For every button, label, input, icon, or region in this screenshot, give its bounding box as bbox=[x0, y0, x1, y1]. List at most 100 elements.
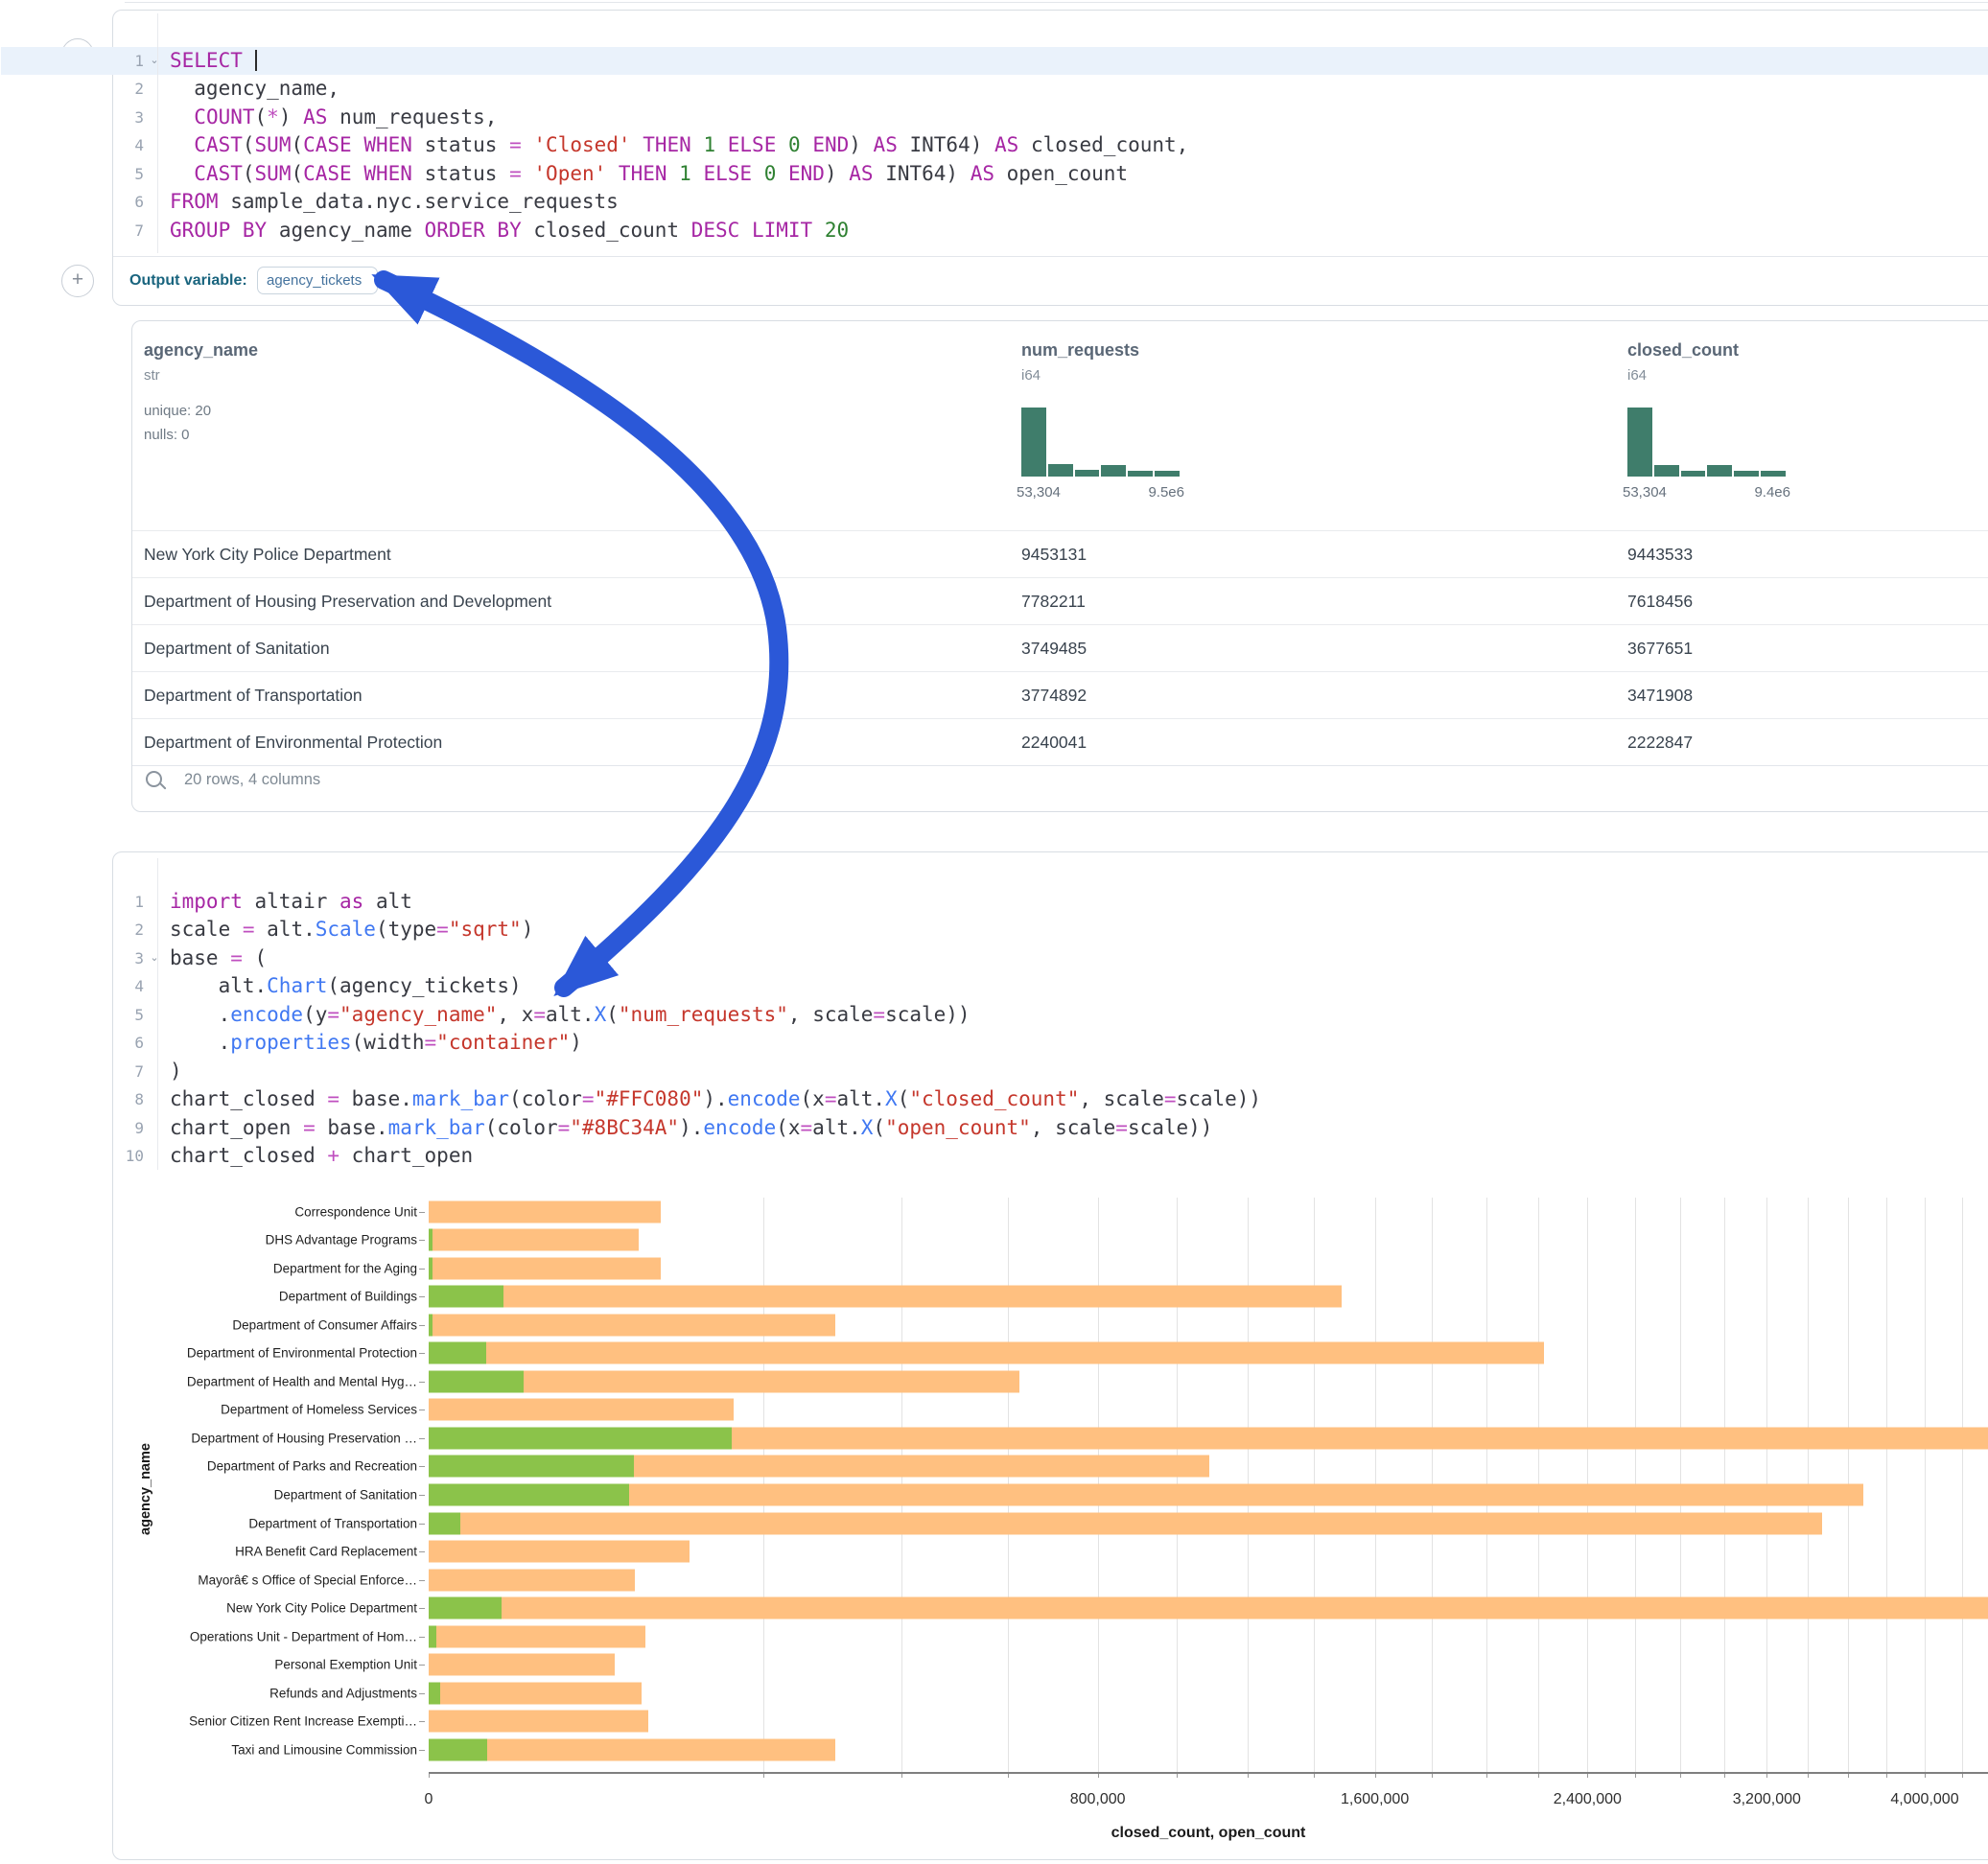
python-gutter-divider bbox=[157, 858, 158, 1170]
y-axis-label: Mayorâ€ s Office of Special Enforce… bbox=[198, 1573, 417, 1587]
code-line: 10chart_closed + chart_open bbox=[1, 1142, 1988, 1171]
bar-open bbox=[429, 1229, 433, 1251]
y-axis-label: Department of Health and Mental Hyg… bbox=[187, 1374, 417, 1388]
bar-closed bbox=[429, 1682, 642, 1704]
y-axis-tick bbox=[419, 1721, 425, 1722]
y-axis-label: Senior Citizen Rent Increase Exempti… bbox=[189, 1714, 417, 1729]
table-footer-summary: 20 rows, 4 columns bbox=[184, 771, 320, 789]
bar-open bbox=[429, 1597, 502, 1619]
column-header[interactable]: closed_count bbox=[1627, 340, 1739, 361]
bar-closed bbox=[429, 1654, 615, 1676]
y-axis-label: Department of Sanitation bbox=[274, 1488, 417, 1503]
code-text: GROUP BY agency_name ORDER BY closed_cou… bbox=[170, 217, 849, 245]
bar-closed bbox=[429, 1625, 645, 1647]
table-row[interactable]: Department of Sanitation37494853677651 bbox=[132, 624, 1988, 672]
bar-closed bbox=[429, 1200, 661, 1223]
line-number: 9 bbox=[113, 1114, 144, 1143]
code-text: SELECT bbox=[170, 47, 257, 76]
y-axis-label: New York City Police Department bbox=[226, 1601, 417, 1616]
code-line: 7GROUP BY agency_name ORDER BY closed_co… bbox=[1, 217, 1988, 245]
table-cell: 9443533 bbox=[1627, 531, 1693, 578]
code-line: 9chart_open = base.mark_bar(color="#8BC3… bbox=[1, 1114, 1988, 1143]
text-cursor bbox=[255, 50, 257, 71]
code-text: alt.Chart(agency_tickets) bbox=[170, 972, 522, 1001]
code-line: 2scale = alt.Scale(type="sqrt") bbox=[1, 916, 1988, 944]
column-header[interactable]: agency_name bbox=[144, 340, 258, 361]
table-cell: 3749485 bbox=[1021, 625, 1087, 672]
y-axis-label: Personal Exemption Unit bbox=[274, 1658, 417, 1672]
code-line: 3 COUNT(*) AS num_requests, bbox=[1, 104, 1988, 132]
previous-cell-divider bbox=[125, 2, 1988, 3]
line-number: 2 bbox=[113, 75, 144, 104]
bar-closed bbox=[429, 1541, 690, 1563]
y-axis-tick bbox=[419, 1438, 425, 1439]
collapse-chevron-icon[interactable]: ⌄ bbox=[148, 47, 161, 76]
line-number: 1 bbox=[113, 47, 144, 76]
bar-closed bbox=[429, 1484, 1863, 1506]
output-variable-chip[interactable]: agency_tickets bbox=[257, 267, 378, 294]
bar-closed bbox=[429, 1711, 648, 1733]
bar-open bbox=[429, 1257, 433, 1279]
bar-open bbox=[429, 1512, 460, 1534]
bar-open bbox=[429, 1456, 634, 1478]
table-cell: Department of Sanitation bbox=[144, 625, 330, 672]
code-line: 3⌄base = ( bbox=[1, 944, 1988, 973]
gridline bbox=[1925, 1198, 1926, 1772]
code-line: 4 CAST(SUM(CASE WHEN status = 'Closed' T… bbox=[1, 131, 1988, 160]
x-axis-tick-label: 800,000 bbox=[1070, 1791, 1126, 1808]
table-row[interactable]: Department of Housing Preservation and D… bbox=[132, 577, 1988, 625]
gridline bbox=[1886, 1198, 1887, 1772]
table-row[interactable]: New York City Police Department 9453131 94… bbox=[132, 530, 1988, 578]
bar-closed bbox=[429, 1738, 835, 1760]
column-stat: unique: 20 bbox=[144, 403, 211, 419]
table-row[interactable]: Department of Transportation377489234719… bbox=[132, 671, 1988, 719]
y-axis-tick bbox=[419, 1353, 425, 1354]
x-axis-title: closed_count, open_count bbox=[1111, 1825, 1306, 1842]
line-number: 5 bbox=[113, 1001, 144, 1030]
bar-closed bbox=[429, 1569, 635, 1591]
table-cell: 9453131 bbox=[1021, 531, 1087, 578]
y-axis-title: agency_name bbox=[138, 1432, 153, 1547]
y-axis-tick bbox=[419, 1750, 425, 1751]
code-line: 7) bbox=[1, 1058, 1988, 1086]
y-axis-tick bbox=[419, 1382, 425, 1383]
code-text: import altair as alt bbox=[170, 888, 412, 917]
table-row[interactable]: Department of Environmental Protection22… bbox=[132, 718, 1988, 766]
y-axis-tick bbox=[419, 1296, 425, 1297]
y-axis-tick bbox=[419, 1269, 425, 1270]
y-axis-label: Refunds and Adjustments bbox=[269, 1686, 417, 1700]
bar-open bbox=[429, 1682, 440, 1704]
search-icon[interactable] bbox=[146, 771, 162, 787]
code-line: 4 alt.Chart(agency_tickets) bbox=[1, 972, 1988, 1001]
table-cell: New York City Police Department bbox=[144, 531, 391, 578]
column-histogram bbox=[1021, 408, 1180, 477]
bar-closed bbox=[429, 1229, 639, 1251]
y-axis-tick bbox=[419, 1693, 425, 1694]
histogram-max-label: 9.4e6 bbox=[1709, 484, 1790, 501]
y-axis-tick bbox=[419, 1212, 425, 1213]
y-axis-label: Department of Buildings bbox=[279, 1290, 417, 1304]
code-text: ) bbox=[170, 1058, 182, 1086]
y-axis-tick bbox=[419, 1240, 425, 1241]
code-line: 8chart_closed = base.mark_bar(color="#FF… bbox=[1, 1085, 1988, 1114]
code-text: FROM sample_data.nyc.service_requests bbox=[170, 188, 619, 217]
y-axis-label: Department of Transportation bbox=[248, 1516, 417, 1530]
line-number: 1 bbox=[113, 888, 144, 917]
y-axis-label: DHS Advantage Programs bbox=[266, 1233, 417, 1247]
sql-output-divider bbox=[113, 256, 1988, 257]
add-cell-button-below-sql[interactable]: + bbox=[61, 265, 94, 297]
bar-open bbox=[429, 1342, 486, 1364]
bar-closed bbox=[429, 1512, 1822, 1534]
y-axis-label: Taxi and Limousine Commission bbox=[231, 1742, 417, 1757]
line-number: 3 bbox=[113, 944, 144, 973]
x-axis-tick-label: 3,200,000 bbox=[1733, 1791, 1801, 1808]
collapse-chevron-icon[interactable]: ⌄ bbox=[148, 944, 161, 973]
y-axis-tick bbox=[419, 1608, 425, 1609]
column-header[interactable]: num_requests bbox=[1021, 340, 1139, 361]
histogram-min-label: 53,304 bbox=[1017, 484, 1061, 501]
bar-open bbox=[429, 1286, 503, 1308]
y-axis-label: Department of Housing Preservation … bbox=[191, 1431, 417, 1445]
bar-closed bbox=[429, 1314, 835, 1336]
table-cell: Department of Transportation bbox=[144, 672, 363, 719]
line-number: 5 bbox=[113, 160, 144, 189]
